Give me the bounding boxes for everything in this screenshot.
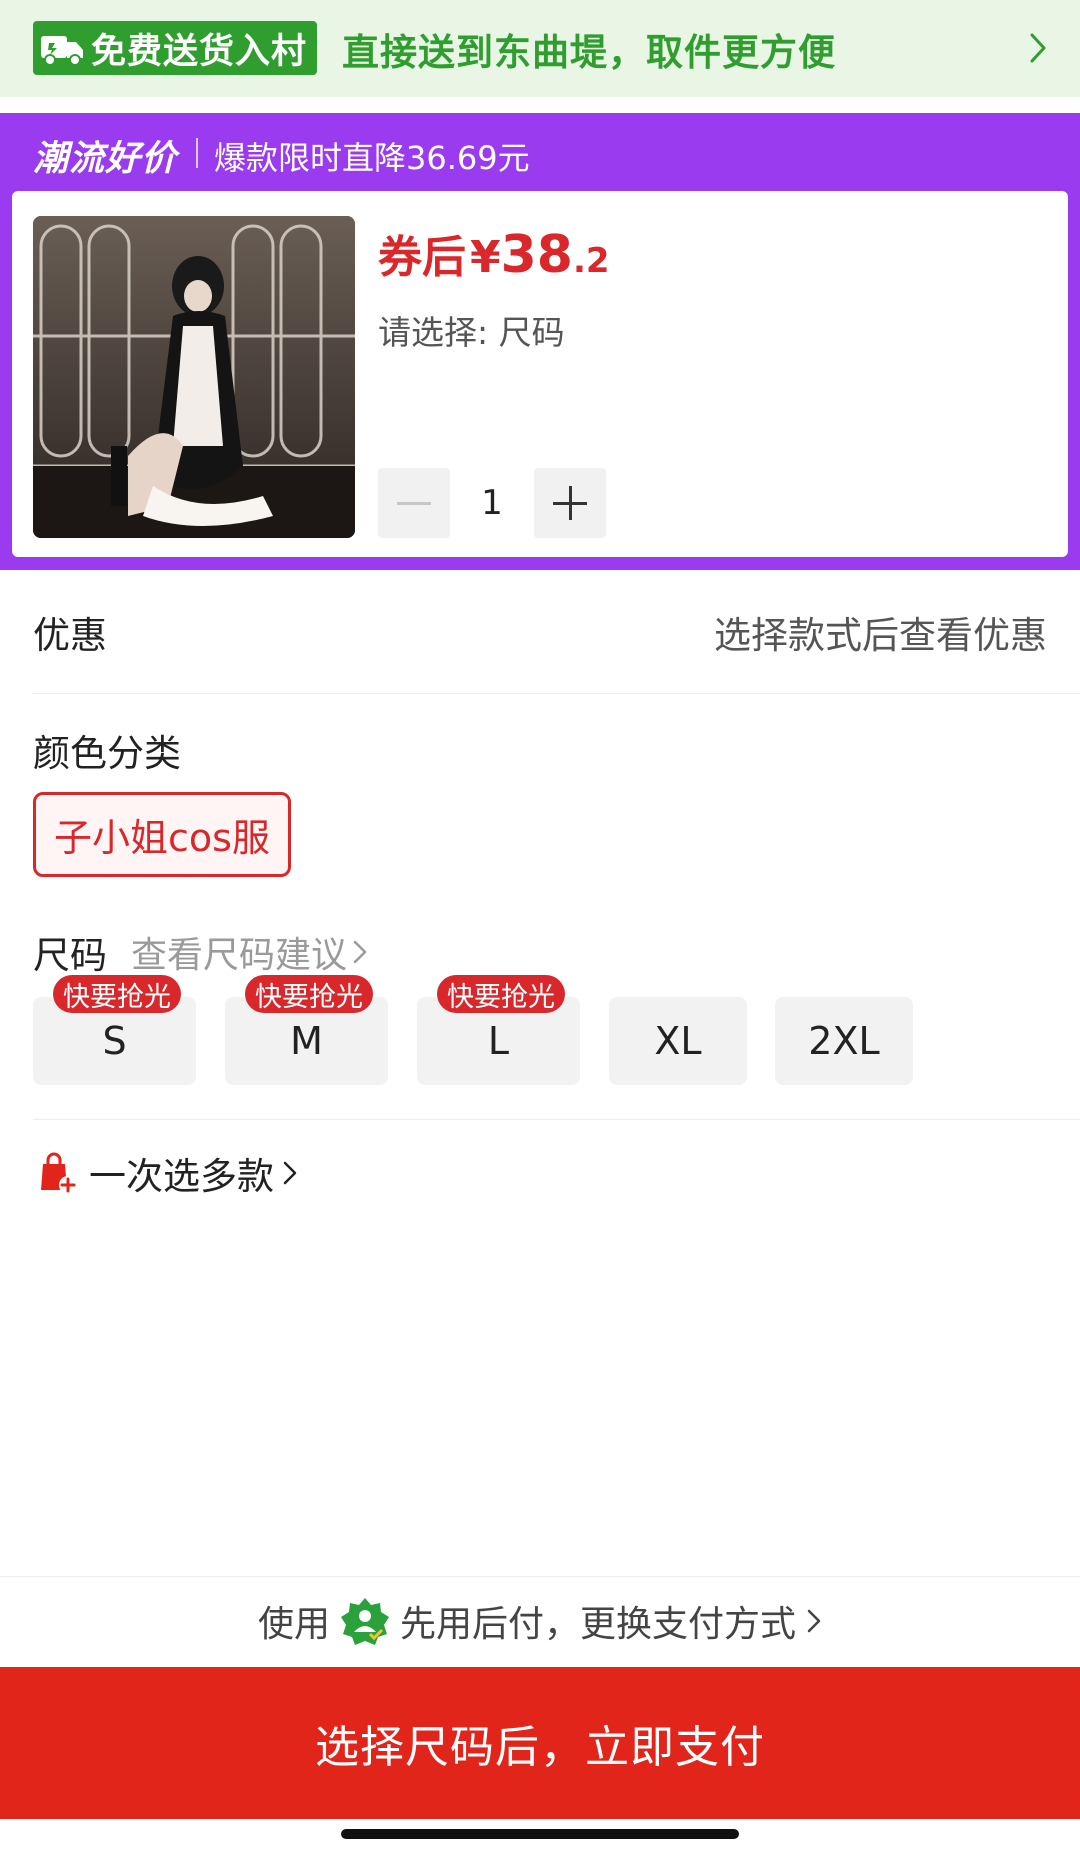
promo-text: 爆款限时直降36.69元 xyxy=(214,139,530,177)
quantity-value[interactable]: 1 xyxy=(450,483,534,523)
price-decimal: .2 xyxy=(573,241,610,281)
size-guide-link[interactable]: 查看尺码建议 xyxy=(131,926,369,978)
discount-label: 优惠 xyxy=(33,614,107,657)
multi-select-label: 一次选多款 xyxy=(89,1155,274,1198)
shopping-bag-plus-icon xyxy=(41,1152,77,1194)
divider xyxy=(33,1119,1080,1120)
size-option-label: 2XL xyxy=(808,1019,880,1063)
size-option-label: S xyxy=(102,1019,127,1063)
delivery-badge-label: 免费送货入村 xyxy=(91,31,308,72)
size-option-s[interactable]: 快要抢光 S xyxy=(33,975,196,1085)
product-card: 券后 ¥ 38 .2 请选择: 尺码 1 xyxy=(12,191,1068,557)
price-integer: 38 xyxy=(500,225,573,285)
size-section-header: 尺码 查看尺码建议 xyxy=(33,925,369,979)
size-guide-label: 查看尺码建议 xyxy=(131,935,348,976)
home-indicator[interactable] xyxy=(341,1829,739,1839)
truck-icon xyxy=(41,36,83,66)
pay-later-row[interactable]: 使用 先用后付，更换支付方式 xyxy=(0,1576,1080,1666)
promo-brand: 潮流好价 xyxy=(33,139,178,179)
pay-now-button[interactable]: 选择尺码后，立即支付 xyxy=(0,1667,1080,1819)
size-option-m[interactable]: 快要抢光 M xyxy=(225,975,388,1085)
size-option-label: XL xyxy=(654,1019,702,1063)
quantity-increase-button[interactable] xyxy=(534,468,606,538)
size-option-2xl[interactable]: 2XL xyxy=(775,997,913,1085)
divider xyxy=(33,693,1080,694)
delivery-banner[interactable]: 免费送货入村 直接送到东曲堤，取件更方便 xyxy=(0,0,1080,97)
discount-row[interactable]: 优惠 选择款式后查看优惠 xyxy=(33,605,1047,659)
chevron-right-icon xyxy=(807,1609,821,1633)
low-stock-tag: 快要抢光 xyxy=(53,975,181,1013)
size-option-label: M xyxy=(290,1019,323,1063)
product-image[interactable] xyxy=(33,216,355,538)
promo-section: 潮流好价 爆款限时直降36.69元 券后 ¥ 38 .2 请选择: 尺码 1 xyxy=(0,113,1080,570)
pay-later-text: 先用后付，更换支付方式 xyxy=(400,1604,797,1645)
quantity-stepper: 1 xyxy=(378,468,606,538)
size-section-title: 尺码 xyxy=(33,934,107,977)
price-currency: ¥ xyxy=(470,232,501,283)
size-option-label: L xyxy=(487,1019,510,1063)
low-stock-tag: 快要抢光 xyxy=(245,975,373,1013)
chevron-right-icon xyxy=(1030,33,1046,63)
delivery-badge: 免费送货入村 xyxy=(33,21,318,75)
price-prefix: 券后 xyxy=(378,232,466,283)
promo-divider xyxy=(196,138,198,168)
promo-strip: 潮流好价 爆款限时直降36.69元 xyxy=(0,113,1080,191)
minus-icon xyxy=(397,502,431,505)
chevron-right-icon xyxy=(283,1161,297,1185)
size-option-l[interactable]: 快要抢光 L xyxy=(417,975,580,1085)
price: 券后 ¥ 38 .2 xyxy=(378,221,610,285)
delivery-message: 直接送到东曲堤，取件更方便 xyxy=(342,31,836,74)
size-option-xl[interactable]: XL xyxy=(609,997,747,1085)
pay-later-badge-icon xyxy=(341,1598,389,1645)
multi-select-link[interactable]: 一次选多款 xyxy=(33,1146,298,1200)
low-stock-tag: 快要抢光 xyxy=(437,975,565,1013)
chevron-right-icon xyxy=(353,940,367,964)
pay-later-prefix: 使用 xyxy=(257,1604,330,1645)
color-section-title: 颜色分类 xyxy=(33,732,181,775)
discount-value: 选择款式后查看优惠 xyxy=(714,614,1047,657)
quantity-decrease-button[interactable] xyxy=(378,468,450,538)
color-option-selected[interactable]: 子小姐cos服 xyxy=(33,792,291,877)
spec-hint: 请选择: 尺码 xyxy=(378,313,565,352)
